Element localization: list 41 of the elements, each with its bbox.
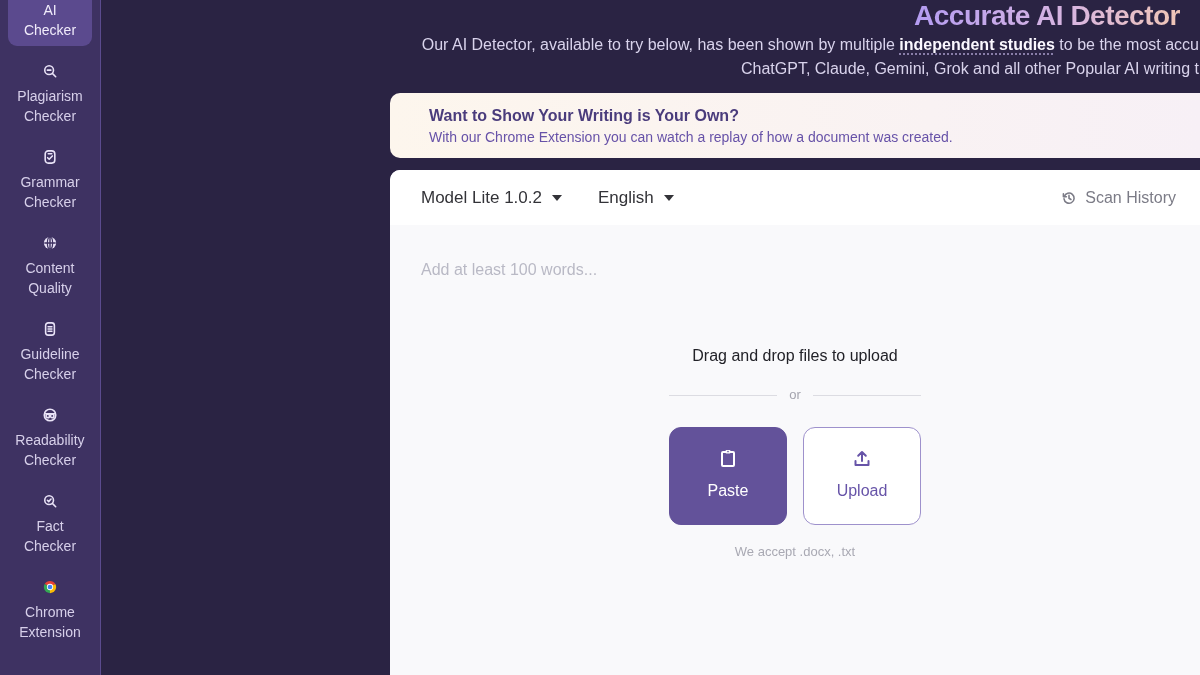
sidebar-item-active[interactable]: AI Checker: [8, 0, 92, 46]
intro-text: Our AI Detector, available to try below, has been shown by multiple independent studies to be the most accu ChatGPT, Claude, Gemini, Grok and all other Popular AI writing t: [420, 35, 1200, 79]
sidebar-item-label: Content Quality: [25, 259, 75, 298]
sidebar-item[interactable]: Guideline Checker: [0, 304, 100, 390]
clipboard-icon: [719, 449, 737, 467]
goggles-icon: [43, 408, 57, 422]
paste-button[interactable]: Paste: [669, 427, 787, 525]
sidebar-item-label: Grammar Checker: [20, 173, 80, 212]
caret-icon: [551, 194, 562, 201]
scan-history-button[interactable]: Scan History: [1062, 185, 1176, 210]
language-dropdown[interactable]: English: [597, 184, 674, 211]
model-dropdown[interactable]: Model Lite 1.0.2: [421, 184, 562, 211]
file-types-note: We accept .docx, .txt: [734, 543, 856, 561]
caret-icon: [663, 194, 674, 201]
upload-button[interactable]: Upload: [803, 427, 921, 525]
upload-icon: [853, 449, 871, 467]
sidebar-item-label: AI Checker: [23, 1, 77, 40]
sidebar-item-label: Chrome Extension: [19, 603, 81, 642]
sidebar-item[interactable]: Readability Checker: [0, 390, 100, 476]
tricolor-logo-icon: [43, 580, 57, 594]
document-check-icon: [43, 150, 57, 164]
sidebar-item[interactable]: Content Quality: [0, 218, 100, 304]
sidebar-item[interactable]: Fact Checker: [0, 476, 100, 562]
banner-text: With our Chrome Extension you can watch a replay of how a document was created.: [429, 128, 954, 147]
sidebar-item-label: Readability Checker: [15, 431, 85, 470]
studies-link[interactable]: independent studies: [899, 36, 1055, 53]
text-input[interactable]: Add at least 100 words...: [390, 225, 1200, 325]
document-lines-icon: [43, 322, 57, 336]
sidebar-item-label: Fact Checker: [23, 517, 77, 556]
magnifier-check-icon: [43, 494, 57, 508]
sidebar-item-label: Guideline Checker: [20, 345, 80, 384]
sidebar-item[interactable]: Grammar Checker: [0, 132, 100, 218]
magnifier-minus-icon: [43, 64, 57, 78]
banner-title: Want to Show Your Writing is Your Own?: [429, 106, 740, 126]
globe-icon: [43, 236, 57, 250]
history-icon: [1062, 190, 1077, 205]
sidebar-item-label: Plagiarism Checker: [17, 87, 83, 126]
divider-text: or: [789, 387, 801, 403]
drop-prompt-text: Drag and drop files to upload: [692, 346, 898, 366]
sidebar-item[interactable]: Chrome Extension: [0, 562, 100, 648]
sidebar-item[interactable]: Plagiarism Checker: [0, 46, 100, 132]
